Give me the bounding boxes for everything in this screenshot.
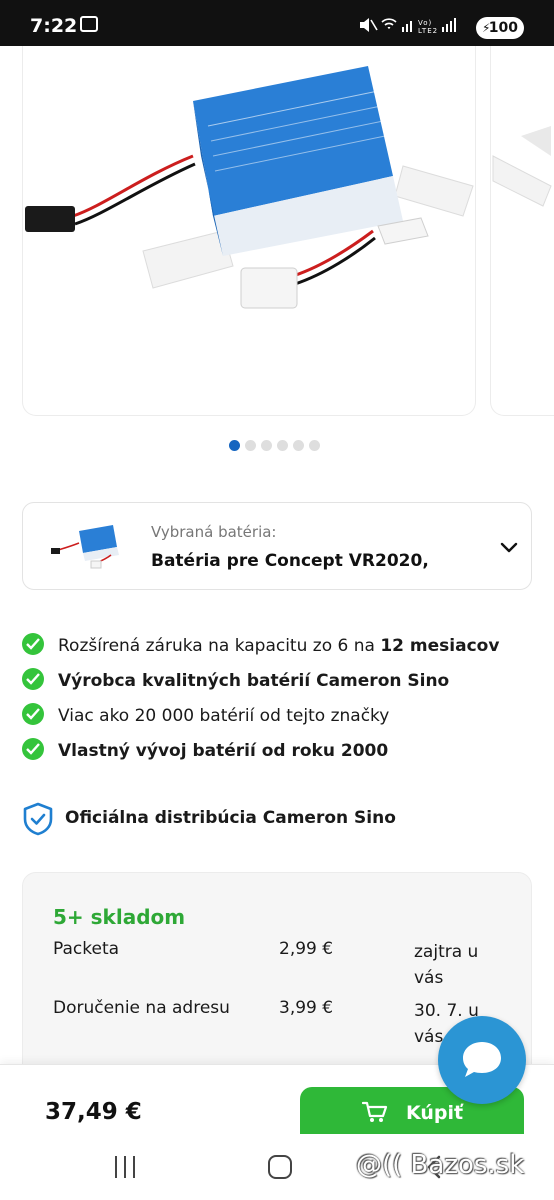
- feature-text: Vlastný vývoj batérií od roku 2000: [58, 741, 389, 761]
- pagination-dot[interactable]: [277, 440, 288, 451]
- pagination-dot[interactable]: [245, 440, 256, 451]
- next-product-image-card[interactable]: [490, 46, 554, 416]
- screen-capture-icon: [80, 16, 98, 32]
- recent-apps-icon[interactable]: [113, 1156, 137, 1178]
- check-icon: [22, 703, 44, 725]
- svg-text:LTE2: LTE2: [418, 27, 438, 34]
- pagination-dot[interactable]: [309, 440, 320, 451]
- shipping-method: Packeta: [53, 939, 120, 959]
- buy-button-label: Kúpiť: [406, 1102, 464, 1124]
- feature-item: Viac ako 20 000 batérií od tejto značky: [22, 702, 542, 737]
- shield-check-icon: [23, 802, 53, 836]
- check-icon: [22, 738, 44, 760]
- mute-wifi-signal-icon: Vo) LTE2: [360, 18, 456, 35]
- product-price: 37,49 €: [45, 1099, 142, 1125]
- chevron-down-icon[interactable]: [497, 535, 521, 559]
- feature-item: Vlastný vývoj batérií od roku 2000: [22, 737, 542, 772]
- check-icon: [22, 668, 44, 690]
- selected-battery-thumbnail: [51, 525, 119, 569]
- shipping-price: 3,99 €: [279, 998, 334, 1018]
- pagination-dot[interactable]: [229, 440, 240, 451]
- svg-text:Vo): Vo): [418, 19, 432, 27]
- feature-text: Rozšírená záruka na kapacitu zo 6 na 12 …: [58, 636, 500, 656]
- feature-item: Výrobca kvalitných batérií Cameron Sino: [22, 667, 542, 702]
- system-navigation-bar: @(( Bazos.sk: [0, 1134, 554, 1200]
- pagination-dot[interactable]: [293, 440, 304, 451]
- feature-text: Viac ako 20 000 batérií od tejto značky: [58, 706, 390, 726]
- selector-label: Vybraná batéria:: [151, 523, 277, 541]
- shipping-delivery: zajtra u vás: [414, 942, 479, 988]
- feature-item: Rozšírená záruka na kapacitu zo 6 na 12 …: [22, 632, 542, 667]
- signal-icons: Vo) LTE2: [358, 16, 470, 38]
- shipping-price: 2,99 €: [279, 939, 334, 959]
- feature-list: Rozšírená záruka na kapacitu zo 6 na 12 …: [22, 632, 542, 772]
- battery-indicator: ⚡ 100: [476, 17, 524, 39]
- product-gallery[interactable]: [0, 46, 554, 451]
- chat-button[interactable]: [438, 1016, 526, 1104]
- shipping-method: Doručenie na adresu: [53, 998, 230, 1018]
- gallery-pagination[interactable]: [229, 436, 325, 451]
- status-time: 7:22: [30, 15, 78, 37]
- battery-selector[interactable]: Vybraná batéria: Batéria pre Concept VR2…: [22, 502, 532, 590]
- cart-icon: [362, 1101, 388, 1122]
- battery-product-image: [25, 66, 474, 309]
- selector-value: Batéria pre Concept VR2020,: [151, 551, 429, 571]
- official-distribution-label: Oficiálna distribúcia Cameron Sino: [65, 808, 396, 828]
- status-bar: 7:22 Vo) LTE2 ⚡ 100: [0, 0, 554, 46]
- check-icon: [22, 633, 44, 655]
- watermark: @(( Bazos.sk: [356, 1150, 525, 1180]
- official-distribution: Oficiálna distribúcia Cameron Sino: [22, 802, 522, 836]
- chat-bubble-icon: [463, 1042, 501, 1077]
- battery-product-image-partial: [492, 126, 552, 207]
- home-icon[interactable]: [268, 1155, 292, 1179]
- pagination-dot[interactable]: [261, 440, 272, 451]
- charging-icon: ⚡: [482, 21, 491, 35]
- feature-text: Výrobca kvalitných batérií Cameron Sino: [58, 671, 450, 691]
- battery-level: 100: [488, 20, 518, 36]
- product-image-card[interactable]: [22, 46, 476, 416]
- stock-status: 5+ skladom: [53, 905, 186, 929]
